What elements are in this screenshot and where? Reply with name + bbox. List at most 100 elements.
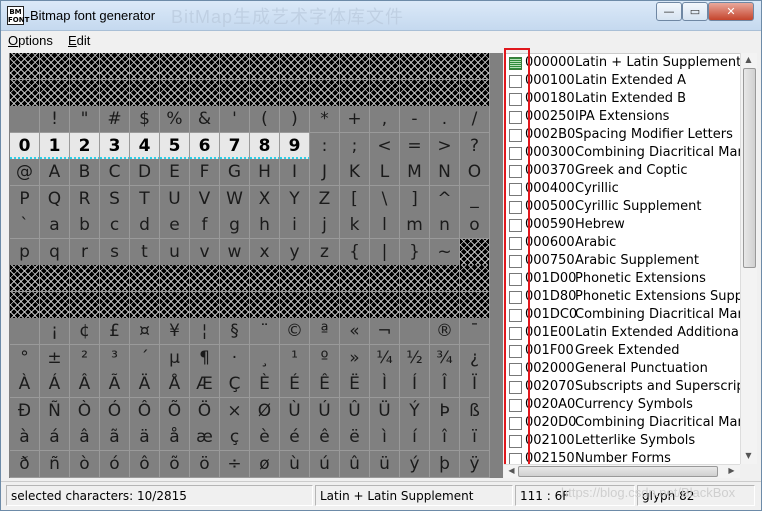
range-checkbox[interactable] <box>509 75 522 88</box>
char-cell[interactable]: F <box>190 159 220 186</box>
range-list-item[interactable]: 000400 Cyrillic <box>504 180 740 198</box>
empty-char-cell[interactable] <box>40 265 70 292</box>
char-cell[interactable]: Æ <box>190 371 220 398</box>
char-cell[interactable]: C <box>100 159 130 186</box>
empty-char-cell[interactable] <box>460 292 490 319</box>
char-cell[interactable]: Ã <box>100 371 130 398</box>
char-cell[interactable]: S <box>100 186 130 213</box>
char-cell[interactable]: [ <box>340 186 370 213</box>
empty-char-cell[interactable] <box>430 265 460 292</box>
empty-char-cell[interactable] <box>310 80 340 107</box>
empty-char-cell[interactable] <box>10 80 40 107</box>
empty-char-cell[interactable] <box>310 53 340 80</box>
char-cell[interactable]: L <box>370 159 400 186</box>
range-list-item[interactable]: 001D00 Phonetic Extensions <box>504 270 740 288</box>
char-cell[interactable]: Î <box>430 371 460 398</box>
char-cell[interactable]: , <box>370 106 400 133</box>
char-cell[interactable]: Ò <box>70 398 100 425</box>
empty-char-cell[interactable] <box>430 80 460 107</box>
scroll-up-arrow-icon[interactable]: ▲ <box>741 53 756 67</box>
range-list-item[interactable]: 002000 General Punctuation <box>504 360 740 378</box>
char-cell[interactable]: Ý <box>400 398 430 425</box>
char-cell[interactable]: o <box>460 212 490 239</box>
char-cell[interactable]: Ì <box>370 371 400 398</box>
char-cell[interactable]: ½ <box>400 345 430 372</box>
range-checkbox[interactable] <box>509 273 522 286</box>
char-cell[interactable] <box>10 318 40 345</box>
char-cell[interactable]: > <box>430 133 460 160</box>
empty-char-cell[interactable] <box>160 53 190 80</box>
char-cell[interactable]: = <box>400 133 430 160</box>
char-cell[interactable]: ÿ <box>460 451 490 478</box>
char-cell[interactable]: W <box>220 186 250 213</box>
char-cell[interactable]: á <box>40 424 70 451</box>
empty-char-cell[interactable] <box>250 265 280 292</box>
char-cell[interactable]: Z <box>310 186 340 213</box>
empty-char-cell[interactable] <box>100 292 130 319</box>
empty-char-cell[interactable] <box>70 53 100 80</box>
range-checkbox[interactable] <box>509 165 522 178</box>
char-cell[interactable]: ! <box>40 106 70 133</box>
char-cell[interactable]: l <box>370 212 400 239</box>
char-cell[interactable]: + <box>340 106 370 133</box>
range-checkbox[interactable] <box>509 453 522 464</box>
range-list-item[interactable]: 000250 IPA Extensions <box>504 108 740 126</box>
char-cell[interactable]: ò <box>70 451 100 478</box>
char-cell[interactable]: : <box>310 133 340 160</box>
range-list-item[interactable]: 001D80Phonetic Extensions Supple. <box>504 288 740 306</box>
empty-char-cell[interactable] <box>40 292 70 319</box>
char-cell[interactable]: 6 <box>190 133 220 160</box>
char-cell[interactable]: ô <box>130 451 160 478</box>
range-list-item[interactable]: 001DC0 Combining Diacritical Marks <box>504 306 740 324</box>
char-cell[interactable]: Ø <box>250 398 280 425</box>
range-checkbox[interactable] <box>509 291 522 304</box>
range-checkbox[interactable] <box>509 237 522 250</box>
char-cell[interactable]: A <box>40 159 70 186</box>
char-cell[interactable]: Å <box>160 371 190 398</box>
empty-char-cell[interactable] <box>370 80 400 107</box>
range-list-item[interactable]: 000300 Combining Diacritical Marks <box>504 144 740 162</box>
char-cell[interactable]: t <box>130 239 160 266</box>
char-cell[interactable]: ö <box>190 451 220 478</box>
char-cell[interactable]: u <box>160 239 190 266</box>
char-cell[interactable]: ø <box>250 451 280 478</box>
range-list-item[interactable]: 001E00 Latin Extended Additional <box>504 324 740 342</box>
char-cell[interactable]: ? <box>460 133 490 160</box>
char-cell[interactable]: ê <box>310 424 340 451</box>
empty-char-cell[interactable] <box>370 292 400 319</box>
char-cell[interactable]: Ó <box>100 398 130 425</box>
char-cell[interactable]: ù <box>280 451 310 478</box>
empty-char-cell[interactable] <box>160 80 190 107</box>
char-cell[interactable]: ¯ <box>460 318 490 345</box>
char-cell[interactable]: J <box>310 159 340 186</box>
char-cell[interactable]: Ú <box>310 398 340 425</box>
range-checkbox[interactable] <box>509 111 522 124</box>
char-cell[interactable]: ª <box>310 318 340 345</box>
char-cell[interactable]: ¥ <box>160 318 190 345</box>
range-checkbox[interactable] <box>509 381 522 394</box>
empty-char-cell[interactable] <box>130 292 160 319</box>
char-cell[interactable]: ± <box>40 345 70 372</box>
empty-char-cell[interactable] <box>70 292 100 319</box>
range-checkbox[interactable] <box>509 435 522 448</box>
empty-char-cell[interactable] <box>70 265 100 292</box>
char-cell[interactable]: © <box>280 318 310 345</box>
char-cell[interactable]: ` <box>10 212 40 239</box>
char-cell[interactable]: ³ <box>100 345 130 372</box>
char-cell[interactable]: M <box>400 159 430 186</box>
scroll-right-arrow-icon[interactable]: ▶ <box>724 464 739 478</box>
char-cell[interactable]: ï <box>460 424 490 451</box>
char-cell[interactable]: g <box>220 212 250 239</box>
character-grid[interactable]: ! " # $% & '() * +, -./ 0 1 2 3 4 5 6 7 8 9:; < = >? @ A B C D E F G H… <box>9 53 503 478</box>
char-cell[interactable]: K <box>340 159 370 186</box>
minimize-button[interactable]: — <box>656 2 682 21</box>
char-cell[interactable]: e <box>160 212 190 239</box>
char-cell[interactable]: Ï <box>460 371 490 398</box>
char-cell[interactable]: Ñ <box>40 398 70 425</box>
empty-char-cell[interactable] <box>250 80 280 107</box>
vertical-scroll-thumb[interactable] <box>743 68 756 268</box>
empty-char-cell[interactable] <box>400 53 430 80</box>
char-cell[interactable]: Þ <box>430 398 460 425</box>
char-cell[interactable]: N <box>430 159 460 186</box>
empty-char-cell[interactable] <box>10 53 40 80</box>
